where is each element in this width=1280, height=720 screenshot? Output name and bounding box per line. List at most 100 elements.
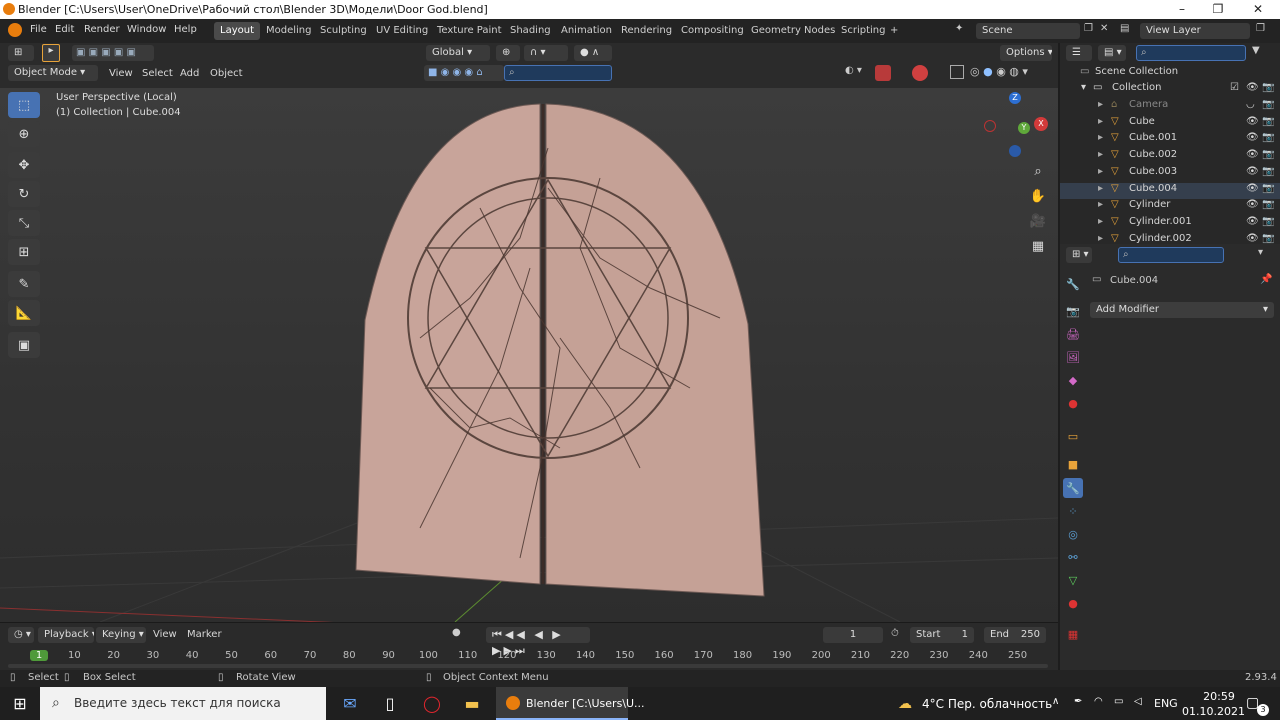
collection-tab-icon[interactable]: ▭ bbox=[1063, 426, 1083, 446]
taskbar-blender-app[interactable]: Blender [C:\Users\U... bbox=[496, 687, 645, 720]
visibility-icon[interactable]: 👁 bbox=[1246, 149, 1259, 160]
record-icon[interactable]: ● bbox=[452, 627, 470, 643]
blender-menu-icon[interactable] bbox=[8, 23, 22, 37]
timeline-tick[interactable]: 110 bbox=[458, 650, 477, 661]
windows-start-icon[interactable]: ⊞ bbox=[0, 687, 40, 720]
menu-help[interactable]: Help bbox=[174, 24, 197, 35]
gizmo-toggle-icon[interactable] bbox=[875, 65, 891, 81]
timeline-tick[interactable]: 50 bbox=[222, 650, 240, 661]
current-frame-field[interactable]: 1 bbox=[823, 627, 883, 643]
timeline-tick[interactable]: 150 bbox=[615, 650, 634, 661]
expand-arrow-icon[interactable]: ▸ bbox=[1098, 132, 1103, 143]
collection-visibility-icon[interactable]: 👁 bbox=[1246, 82, 1259, 93]
render-visibility-icon[interactable]: 📷 bbox=[1262, 99, 1274, 110]
viewport-menu-view[interactable]: View bbox=[109, 68, 133, 79]
timeline-editor-type-icon[interactable]: ◷ ▾ bbox=[8, 627, 34, 643]
timeline-tick[interactable]: 170 bbox=[694, 650, 713, 661]
playback-dropdown[interactable]: Playback ▾ bbox=[38, 627, 94, 643]
timeline-menu-marker[interactable]: Marker bbox=[187, 629, 222, 640]
timeline-tick[interactable]: 30 bbox=[144, 650, 162, 661]
gizmo-neg-x-icon[interactable] bbox=[984, 120, 996, 132]
timeline-menu-view[interactable]: View bbox=[153, 629, 177, 640]
document-app-icon[interactable]: ▯ bbox=[370, 687, 410, 720]
timeline-tick[interactable]: 120 bbox=[497, 650, 516, 661]
weather-text[interactable]: 4°C Пер. облачность bbox=[922, 697, 1052, 711]
viewport-menu-add[interactable]: Add bbox=[180, 68, 199, 79]
add-cube-tool-icon[interactable]: ▣ bbox=[8, 332, 40, 358]
tab-layout[interactable]: Layout bbox=[214, 22, 260, 40]
view-layer-tab-icon[interactable]: 🖼 bbox=[1063, 347, 1083, 367]
timeline-tick[interactable]: 70 bbox=[301, 650, 319, 661]
menu-window[interactable]: Window bbox=[127, 24, 166, 35]
show-hidden-icons[interactable]: ∧ bbox=[1052, 696, 1059, 707]
language-indicator[interactable]: ENG bbox=[1154, 697, 1178, 710]
tab-scripting[interactable]: Scripting bbox=[835, 22, 891, 40]
select-box-tool-icon[interactable]: ⬚ bbox=[8, 92, 40, 118]
outliner-item[interactable]: ▸ ▽ Cube.003 👁 📷 bbox=[1060, 166, 1280, 182]
tab-compositing[interactable]: Compositing bbox=[675, 22, 750, 40]
timeline-tick[interactable]: 240 bbox=[969, 650, 988, 661]
particles-tab-icon[interactable]: ⁘ bbox=[1063, 501, 1083, 521]
texture-tab-icon[interactable]: ▦ bbox=[1063, 624, 1083, 644]
add-modifier-dropdown[interactable]: Add Modifier ▾ bbox=[1090, 302, 1274, 318]
keying-dropdown[interactable]: Keying ▾ bbox=[96, 627, 146, 643]
expand-arrow-icon[interactable]: ▸ bbox=[1098, 166, 1103, 177]
pen-icon[interactable]: ✒ bbox=[1074, 696, 1082, 707]
weather-icon[interactable]: ☁ bbox=[898, 696, 912, 712]
tab-geometry-nodes[interactable]: Geometry Nodes bbox=[745, 22, 841, 40]
timeline-tick[interactable]: 100 bbox=[419, 650, 438, 661]
viewport-search-input[interactable]: ⌕ bbox=[504, 65, 612, 81]
outliner-item[interactable]: ▸ ▽ Cube 👁 📷 bbox=[1060, 116, 1280, 132]
gizmo-y-icon[interactable]: Y bbox=[1018, 122, 1030, 134]
tool-tab-icon[interactable]: 🔧 bbox=[1063, 274, 1083, 294]
render-visibility-icon[interactable]: 📷 bbox=[1262, 166, 1274, 177]
viewport-menu-select[interactable]: Select bbox=[142, 68, 173, 79]
outliner-collection[interactable]: ▾ ▭ Collection ☑ 👁 📷 bbox=[1060, 82, 1280, 98]
modifier-tab-icon[interactable]: 🔧 bbox=[1063, 478, 1083, 498]
tab-rendering[interactable]: Rendering bbox=[615, 22, 678, 40]
render-visibility-icon[interactable]: 📷 bbox=[1262, 116, 1274, 127]
measure-tool-icon[interactable]: 📐 bbox=[8, 300, 40, 326]
expand-arrow-icon[interactable]: ▸ bbox=[1098, 116, 1103, 127]
snap-icon[interactable]: ∩ ▾ bbox=[524, 45, 568, 61]
collection-render-icon[interactable]: 📷 bbox=[1262, 82, 1274, 93]
tab-sculpting[interactable]: Sculpting bbox=[314, 22, 373, 40]
outliner-search-input[interactable]: ⌕ bbox=[1136, 45, 1246, 61]
physics-tab-icon[interactable]: ◎ bbox=[1063, 524, 1083, 544]
rotate-tool-icon[interactable]: ↻ bbox=[8, 181, 40, 207]
tab-animation[interactable]: Animation bbox=[555, 22, 618, 40]
pin-icon[interactable]: 📌 bbox=[1260, 274, 1272, 285]
tab-uv-editing[interactable]: UV Editing bbox=[370, 22, 434, 40]
opera-app-icon[interactable]: ◯ bbox=[412, 687, 452, 720]
filter-icons[interactable]: ■ ◉ ◉ ◉ ⌂ bbox=[424, 65, 504, 81]
data-tab-icon[interactable]: ▽ bbox=[1063, 570, 1083, 590]
visibility-icon[interactable]: 👁 bbox=[1246, 116, 1259, 127]
timeline-tick[interactable]: 60 bbox=[262, 650, 280, 661]
collection-expand-icon[interactable]: ▾ bbox=[1081, 82, 1086, 93]
scene-icon[interactable]: ✦ bbox=[955, 23, 973, 39]
timeline-tick[interactable]: 200 bbox=[812, 650, 831, 661]
editor-type-icon[interactable]: ⊞ bbox=[8, 45, 34, 61]
render-tab-icon[interactable]: 📷 bbox=[1063, 301, 1083, 321]
camera-view-icon[interactable]: 🎥 bbox=[1027, 210, 1049, 232]
annotate-tool-icon[interactable]: ✎ bbox=[8, 271, 40, 297]
overlay-toggle-icon[interactable] bbox=[912, 65, 928, 81]
menu-file[interactable]: File bbox=[30, 24, 47, 35]
select-tool-icon[interactable]: ▸ bbox=[42, 44, 60, 62]
solid-shading-icon[interactable]: ● bbox=[983, 65, 993, 78]
outliner-display-mode-icon[interactable]: ▤ ▾ bbox=[1098, 45, 1126, 61]
battery-icon[interactable]: ▭ bbox=[1114, 696, 1123, 707]
mail-app-icon[interactable]: ✉ bbox=[330, 687, 370, 720]
render-visibility-icon[interactable]: 📷 bbox=[1262, 233, 1274, 244]
scene-field[interactable]: Scene bbox=[976, 23, 1080, 39]
move-tool-icon[interactable]: ✥ bbox=[8, 152, 40, 178]
view-layer-field[interactable]: View Layer bbox=[1140, 23, 1250, 39]
outliner-item[interactable]: ▸ ▽ Cube.004 👁 📷 bbox=[1060, 182, 1280, 199]
visibility-icon[interactable]: 👁 bbox=[1246, 132, 1259, 143]
viewport-menu-object[interactable]: Object bbox=[210, 68, 243, 79]
maximize-button[interactable]: ❐ bbox=[1200, 0, 1236, 19]
timeline-tick[interactable]: 220 bbox=[890, 650, 909, 661]
view-layer-copy-icon[interactable]: ❐ bbox=[1256, 23, 1265, 34]
scene-tab-icon[interactable]: ◆ bbox=[1063, 370, 1083, 390]
expand-arrow-icon[interactable]: ▸ bbox=[1098, 149, 1103, 160]
